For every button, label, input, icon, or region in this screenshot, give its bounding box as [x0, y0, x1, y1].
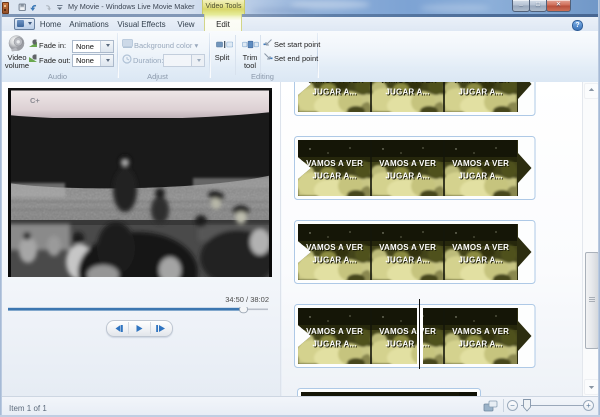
svg-text:C+: C+: [30, 96, 40, 105]
